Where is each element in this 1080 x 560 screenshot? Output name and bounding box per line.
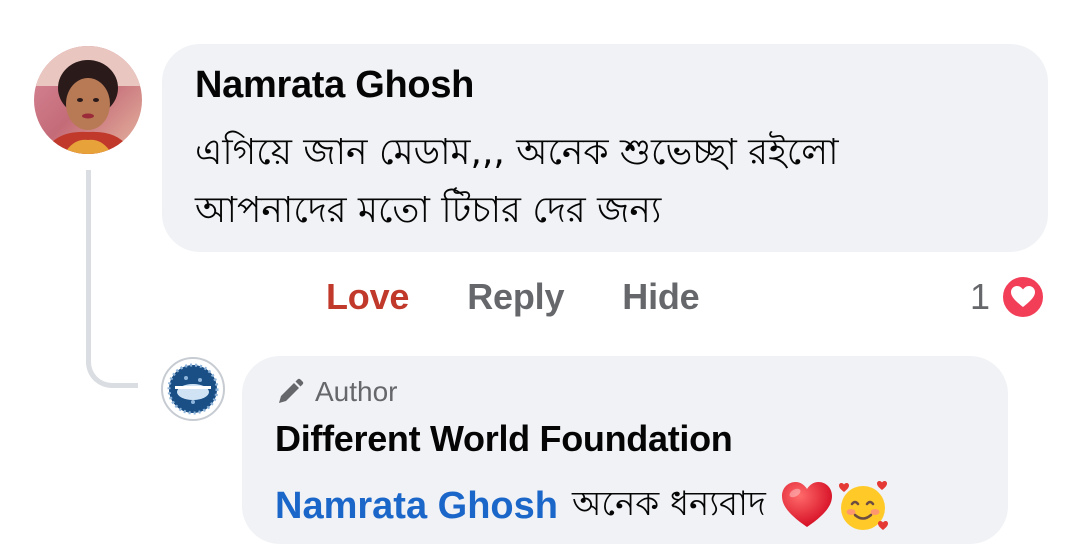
love-reaction-icon[interactable] xyxy=(1000,274,1046,320)
red-heart-emoji xyxy=(781,481,832,527)
author-badge-label: Author xyxy=(315,376,398,407)
reply-action-button[interactable]: Reply xyxy=(467,276,564,318)
hide-action-button[interactable]: Hide xyxy=(622,276,699,318)
avatar-photo xyxy=(34,46,142,154)
comment-actions: Love Reply Hide xyxy=(326,276,700,318)
comment-text-line: এগিয়ে জান মেডাম,,, অনেক শুভেচ্ছা রইলো xyxy=(195,132,839,173)
reply-emojis xyxy=(780,480,890,534)
reply-text: অনেক ধন্যবাদ xyxy=(571,484,766,524)
pencil-icon xyxy=(279,378,304,403)
reply-author-name[interactable]: Different World Foundation xyxy=(275,418,733,460)
thread-connector-line xyxy=(86,170,138,388)
comment-text-line: আপনাদের মতো টিচার দের জন্য xyxy=(195,190,662,231)
love-action-button[interactable]: Love xyxy=(326,276,409,318)
reply-text-row: Namrata Ghosh অনেক ধন্যবাদ xyxy=(275,478,890,535)
comment-text: এগিয়ে জান মেডাম,,, অনেক শুভেচ্ছা রইলো আ… xyxy=(195,124,839,240)
comment-author-name[interactable]: Namrata Ghosh xyxy=(195,64,474,107)
commenter-avatar[interactable] xyxy=(34,46,142,154)
smiling-face-with-hearts-emoji xyxy=(838,480,888,530)
author-badge: Author xyxy=(275,376,398,408)
reaction-count[interactable]: 1 xyxy=(970,276,990,318)
mention-link[interactable]: Namrata Ghosh xyxy=(275,485,558,528)
page-avatar[interactable] xyxy=(160,356,226,422)
